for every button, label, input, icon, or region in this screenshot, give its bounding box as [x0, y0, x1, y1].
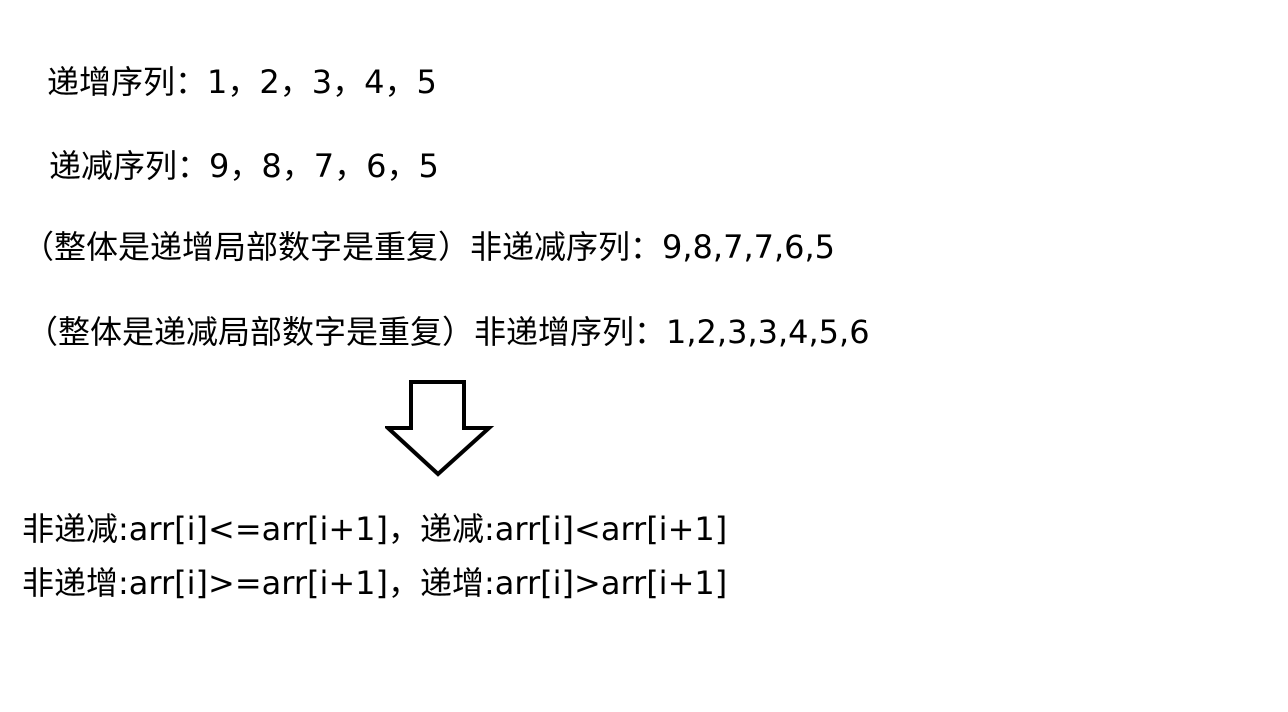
- non-decreasing-sequence-row: （整体是递增局部数字是重复）非递减序列：9,8,7,7,6,5: [22, 231, 835, 263]
- non-increasing-sequence-row: （整体是递减局部数字是重复）非递增序列：1,2,3,3,4,5,6: [26, 316, 870, 348]
- non-decreasing-rule-text: 非递减:arr[i]<=arr[i+1]，递减:arr[i]<arr[i+1]: [22, 510, 728, 548]
- note-decreasing-with-duplicates: （整体是递减局部数字是重复）: [26, 313, 475, 351]
- non-increasing-sequence-text: 非递增序列：1,2,3,3,4,5,6: [474, 313, 870, 351]
- non-decreasing-sequence-text: 非递减序列：9,8,7,7,6,5: [470, 228, 836, 266]
- increasing-sequence-text: 递增序列：1，2，3，4，5: [47, 63, 437, 101]
- decreasing-sequence-text: 递减序列：9，8，7，6，5: [49, 147, 439, 185]
- down-arrow-icon: [385, 380, 495, 477]
- note-increasing-with-duplicates: （整体是递增局部数字是重复）: [22, 228, 471, 266]
- non-increasing-rule-text: 非递增:arr[i]>=arr[i+1]，递增:arr[i]>arr[i+1]: [22, 564, 728, 602]
